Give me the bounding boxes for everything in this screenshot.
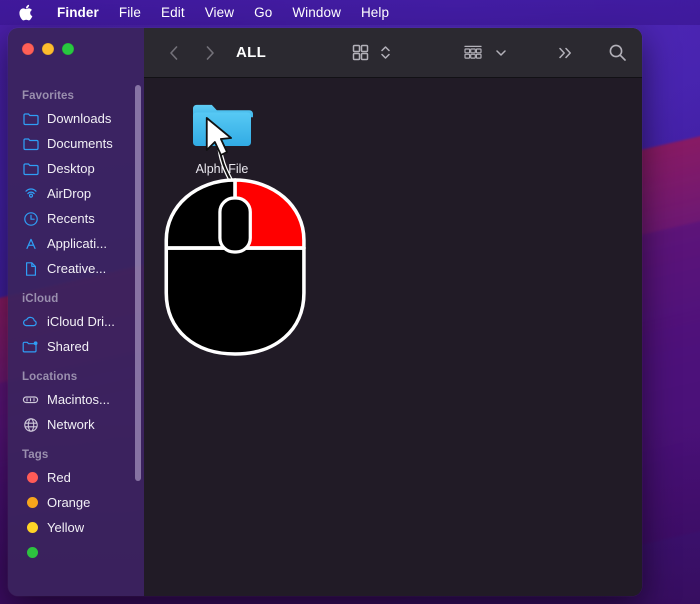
folder-icon [22, 110, 39, 127]
sidebar-item-label: Recents [47, 211, 95, 226]
view-sort-chevrons[interactable] [377, 40, 394, 66]
group-chevron-down-icon[interactable] [492, 40, 510, 66]
sidebar-section-tags: Tags [22, 449, 49, 461]
sidebar-item-airdrop[interactable]: AirDrop [8, 181, 144, 206]
sidebar-item-label: Desktop [47, 161, 95, 176]
minimize-button[interactable] [42, 43, 54, 55]
sidebar-item-network[interactable]: Network [8, 412, 144, 437]
sidebar-item-label: Yellow [47, 520, 85, 535]
sidebar-item-tag-yellow[interactable]: Yellow [8, 515, 144, 540]
menu-item-help[interactable]: Help [351, 0, 399, 25]
sidebar-item-label: Macintos... [47, 392, 110, 407]
menu-item-finder[interactable]: Finder [47, 0, 109, 25]
zoom-button[interactable] [62, 43, 74, 55]
file-item-alphr-file[interactable]: Alphr File [170, 100, 274, 176]
sidebar-item-tag-green[interactable] [8, 540, 144, 565]
sidebar-item-tag-orange[interactable]: Orange [8, 490, 144, 515]
sidebar-section-favorites: Favorites [22, 90, 75, 102]
finder-sidebar: Favorites Downloads Documents Desktop Ai… [8, 28, 144, 596]
sidebar-item-label: Red [47, 470, 71, 485]
airdrop-icon [22, 185, 39, 202]
sidebar-item-label: Creative... [47, 261, 107, 276]
file-list-area[interactable]: Alphr File [144, 78, 642, 596]
menu-item-view[interactable]: View [195, 0, 244, 25]
finder-main-pane: ALL Alphr File [144, 28, 642, 596]
file-item-label: Alphr File [195, 162, 249, 176]
cloud-icon [22, 313, 39, 330]
clock-icon [22, 210, 39, 227]
sidebar-item-macintosh-hd[interactable]: Macintos... [8, 387, 144, 412]
tag-dot-icon [22, 544, 39, 561]
desktop-screen: Finder File Edit View Go Window Help Fav… [0, 0, 700, 604]
finder-toolbar: ALL [144, 28, 642, 78]
menu-item-go[interactable]: Go [244, 0, 282, 25]
folder-icon [191, 100, 253, 155]
window-traffic-lights [22, 43, 74, 55]
sidebar-item-label: Applicati... [47, 236, 107, 251]
shared-folder-icon [22, 338, 39, 355]
sidebar-item-label: Documents [47, 136, 113, 151]
forward-button[interactable] [198, 41, 222, 65]
tag-dot-icon [22, 469, 39, 486]
sidebar-section-locations: Locations [22, 371, 78, 383]
sidebar-item-label: Orange [47, 495, 91, 510]
sidebar-item-recents[interactable]: Recents [8, 206, 144, 231]
search-button[interactable] [605, 40, 630, 66]
sidebar-item-downloads[interactable]: Downloads [8, 106, 144, 131]
menu-bar: Finder File Edit View Go Window Help [0, 0, 700, 25]
folder-icon [22, 135, 39, 152]
apple-logo-icon[interactable] [18, 4, 33, 22]
menu-item-file[interactable]: File [109, 0, 151, 25]
sidebar-item-shared[interactable]: Shared [8, 334, 144, 359]
sidebar-item-label: Downloads [47, 111, 112, 126]
menu-item-window[interactable]: Window [282, 0, 351, 25]
sidebar-item-creative[interactable]: Creative... [8, 256, 144, 281]
hard-drive-icon [22, 391, 39, 408]
page-title: ALL [236, 44, 267, 61]
folder-icon [22, 160, 39, 177]
back-button[interactable] [162, 41, 186, 65]
menu-item-edit[interactable]: Edit [151, 0, 195, 25]
sidebar-item-label: iCloud Dri... [47, 314, 115, 329]
group-items-button[interactable] [460, 40, 486, 66]
sidebar-item-icloud-drive[interactable]: iCloud Dri... [8, 309, 144, 334]
sidebar-item-label: Shared [47, 339, 89, 354]
document-icon [22, 260, 39, 277]
sidebar-item-documents[interactable]: Documents [8, 131, 144, 156]
close-button[interactable] [22, 43, 34, 55]
sidebar-section-icloud: iCloud [22, 293, 59, 305]
sidebar-item-label: AirDrop [47, 186, 92, 201]
tag-dot-icon [22, 519, 39, 536]
toolbar-overflow-button[interactable] [554, 40, 578, 66]
sidebar-item-desktop[interactable]: Desktop [8, 156, 144, 181]
tag-dot-icon [22, 494, 39, 511]
sidebar-scrollbar[interactable] [135, 85, 141, 481]
globe-icon [22, 416, 39, 433]
view-grid-button[interactable] [349, 40, 372, 66]
applications-icon [22, 235, 39, 252]
sidebar-item-tag-red[interactable]: Red [8, 465, 144, 490]
sidebar-item-applications[interactable]: Applicati... [8, 231, 144, 256]
finder-window: Favorites Downloads Documents Desktop Ai… [8, 28, 642, 596]
sidebar-item-label: Network [47, 417, 95, 432]
